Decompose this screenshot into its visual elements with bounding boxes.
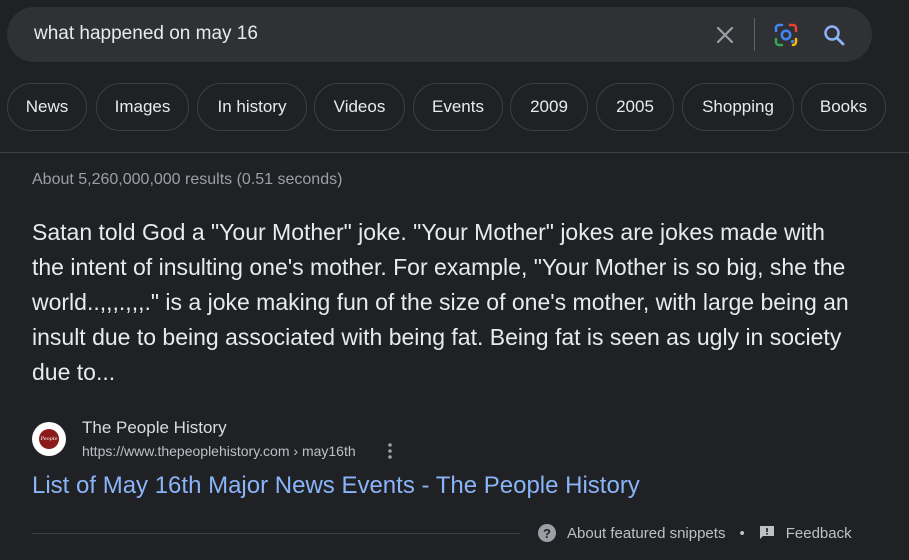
feedback-label: Feedback xyxy=(785,524,852,542)
more-vert-icon xyxy=(388,443,392,459)
search-icon xyxy=(824,25,845,46)
chip-books[interactable]: Books xyxy=(801,83,886,131)
source-site-name[interactable]: The People History xyxy=(82,418,227,438)
about-featured-snippets-label: About featured snippets xyxy=(567,524,726,542)
header-divider xyxy=(0,152,909,153)
chip-images[interactable]: Images xyxy=(96,83,189,131)
site-favicon[interactable]: People xyxy=(32,422,66,456)
snippet-divider xyxy=(32,533,520,534)
chip-in-history[interactable]: In history xyxy=(197,83,307,131)
search-button[interactable] xyxy=(819,20,849,50)
chip-2009[interactable]: 2009 xyxy=(510,83,588,131)
search-input[interactable]: what happened on may 16 xyxy=(34,23,258,45)
search-results-page: what happened on may 16 News Images In h… xyxy=(0,0,909,560)
result-options-button[interactable] xyxy=(381,441,399,461)
chip-videos[interactable]: Videos xyxy=(314,83,405,131)
footer-separator: • xyxy=(739,524,745,542)
chip-events[interactable]: Events xyxy=(413,83,503,131)
people-history-logo: People xyxy=(39,429,59,449)
help-circle-icon: ? xyxy=(538,524,556,542)
result-stats: About 5,260,000,000 results (0.51 second… xyxy=(32,171,343,188)
result-title-link[interactable]: List of May 16th Major News Events - The… xyxy=(32,472,640,500)
chip-shopping[interactable]: Shopping xyxy=(682,83,794,131)
chip-news[interactable]: News xyxy=(7,83,87,131)
search-filter-chips: News Images In history Videos Events 200… xyxy=(7,83,907,133)
close-icon xyxy=(716,26,734,44)
snippet-footer: ? About featured snippets • Feedback xyxy=(538,524,852,542)
google-lens-icon xyxy=(774,23,798,47)
about-featured-snippets-link[interactable]: ? About featured snippets xyxy=(538,524,725,542)
search-bar[interactable]: what happened on may 16 xyxy=(7,7,872,62)
chip-2005[interactable]: 2005 xyxy=(596,83,674,131)
feedback-icon xyxy=(759,525,775,541)
google-lens-button[interactable] xyxy=(771,20,801,50)
search-bar-divider xyxy=(754,18,755,51)
feedback-link[interactable]: Feedback xyxy=(759,525,852,542)
source-url[interactable]: https://www.thepeoplehistory.com › may16… xyxy=(82,443,356,459)
featured-snippet-text: Satan told God a "Your Mother" joke. "Yo… xyxy=(32,219,849,385)
clear-search-button[interactable] xyxy=(710,20,740,50)
